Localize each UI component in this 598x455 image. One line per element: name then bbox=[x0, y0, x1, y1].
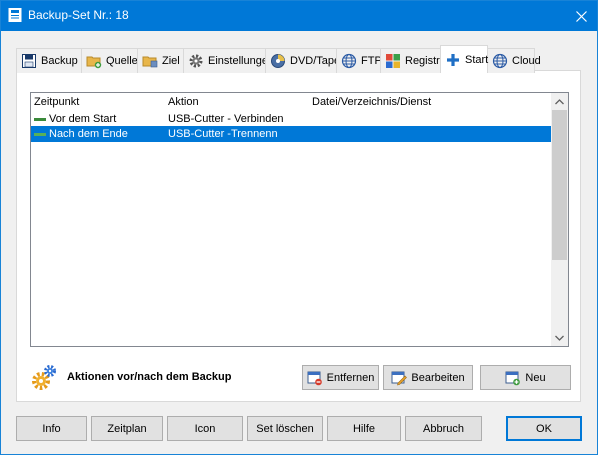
tab-registry[interactable]: Registry bbox=[380, 48, 445, 73]
row-zeitpunkt: Nach dem Ende bbox=[49, 128, 128, 140]
tab-quelle[interactable]: Quelle bbox=[81, 48, 138, 73]
edit-button[interactable]: Bearbeiten bbox=[383, 365, 473, 390]
tab-dvd-tape[interactable]: DVD/Tape bbox=[265, 48, 341, 73]
tab-backup[interactable]: Backup bbox=[16, 48, 82, 73]
help-button[interactable]: Hilfe bbox=[327, 416, 401, 441]
title-bar[interactable]: Backup-Set Nr.: 18 bbox=[1, 1, 597, 31]
vertical-scrollbar[interactable] bbox=[551, 93, 568, 346]
scroll-thumb[interactable] bbox=[552, 110, 567, 260]
tab-einstellungen[interactable]: Einstellungen bbox=[183, 48, 274, 73]
tab-label: Start bbox=[465, 53, 489, 66]
list-header: Zeitpunkt Aktion Datei/Verzeichnis/Diens… bbox=[31, 93, 553, 110]
schedule-button[interactable]: Zeitplan bbox=[91, 416, 163, 441]
status-dash-icon bbox=[34, 133, 46, 136]
tab-cloud[interactable]: Cloud bbox=[487, 48, 541, 73]
globe-icon bbox=[492, 53, 508, 69]
schedule-label: Zeitplan bbox=[107, 422, 147, 435]
tab-label: FTP bbox=[361, 55, 382, 67]
new-icon bbox=[505, 371, 521, 385]
floppy-icon bbox=[22, 54, 36, 68]
delete-set-button[interactable]: Set löschen bbox=[247, 416, 323, 441]
gear-icon bbox=[189, 54, 203, 68]
edit-icon bbox=[391, 371, 408, 385]
column-header-zeitpunkt[interactable]: Zeitpunkt bbox=[34, 96, 79, 108]
globe-icon bbox=[341, 53, 357, 69]
icon-button[interactable]: Icon bbox=[167, 416, 243, 441]
chevron-up-icon bbox=[555, 98, 564, 104]
cancel-button[interactable]: Abbruch bbox=[405, 416, 482, 441]
tab-strip: Backup Quelle Ziel Einstellungen DVD/Tap… bbox=[16, 45, 541, 73]
window-title: Backup-Set Nr.: 18 bbox=[28, 8, 129, 22]
chevron-down-icon bbox=[555, 335, 564, 341]
tab-label: Cloud bbox=[512, 55, 541, 67]
remove-label: Entfernen bbox=[326, 371, 375, 384]
status-dash-icon bbox=[34, 118, 46, 121]
column-header-aktion[interactable]: Aktion bbox=[168, 96, 199, 108]
folder-add-icon bbox=[86, 56, 102, 69]
info-label: Info bbox=[42, 422, 61, 435]
tab-start[interactable]: Start bbox=[440, 45, 488, 73]
column-header-datei[interactable]: Datei/Verzeichnis/Dienst bbox=[312, 96, 431, 108]
disc-icon bbox=[271, 54, 285, 68]
info-button[interactable]: Info bbox=[16, 416, 87, 441]
folder-target-icon bbox=[142, 56, 158, 68]
new-button[interactable]: Neu bbox=[480, 365, 571, 390]
tab-ftp[interactable]: FTP bbox=[336, 48, 382, 73]
remove-icon bbox=[307, 371, 322, 385]
scroll-down-button[interactable] bbox=[551, 329, 568, 346]
close-button[interactable] bbox=[565, 1, 597, 31]
tab-label: Backup bbox=[41, 55, 78, 67]
icon-label: Icon bbox=[194, 422, 216, 435]
app-icon bbox=[8, 8, 22, 22]
section-label: Aktionen vor/nach dem Backup bbox=[67, 371, 232, 383]
ok-button[interactable]: OK bbox=[506, 416, 582, 441]
list-row-selected[interactable]: Nach dem Ende USB-Cutter -Trennenn bbox=[31, 126, 553, 142]
close-icon bbox=[575, 10, 587, 22]
tab-ziel[interactable]: Ziel bbox=[137, 48, 184, 73]
plus-icon bbox=[447, 53, 459, 66]
row-aktion: USB-Cutter - Verbinden bbox=[168, 113, 284, 125]
row-aktion: USB-Cutter -Trennenn bbox=[168, 128, 278, 140]
registry-icon bbox=[386, 54, 400, 68]
backup-set-window: Backup-Set Nr.: 18 Backup Quelle Ziel Ei… bbox=[0, 0, 598, 455]
tab-label: Ziel bbox=[162, 55, 180, 67]
remove-button[interactable]: Entfernen bbox=[302, 365, 379, 390]
actions-list[interactable]: Zeitpunkt Aktion Datei/Verzeichnis/Diens… bbox=[30, 92, 569, 347]
tab-label: Quelle bbox=[106, 55, 138, 67]
cancel-label: Abbruch bbox=[423, 422, 464, 435]
ok-label: OK bbox=[536, 422, 552, 435]
gears-icon bbox=[32, 365, 56, 390]
new-label: Neu bbox=[525, 371, 546, 384]
tab-label: DVD/Tape bbox=[290, 55, 341, 67]
help-label: Hilfe bbox=[352, 422, 375, 435]
scroll-up-button[interactable] bbox=[551, 93, 568, 110]
delete-set-label: Set löschen bbox=[256, 422, 314, 435]
edit-label: Bearbeiten bbox=[411, 371, 465, 384]
list-row[interactable]: Vor dem Start USB-Cutter - Verbinden bbox=[31, 111, 553, 127]
row-zeitpunkt: Vor dem Start bbox=[49, 113, 117, 125]
